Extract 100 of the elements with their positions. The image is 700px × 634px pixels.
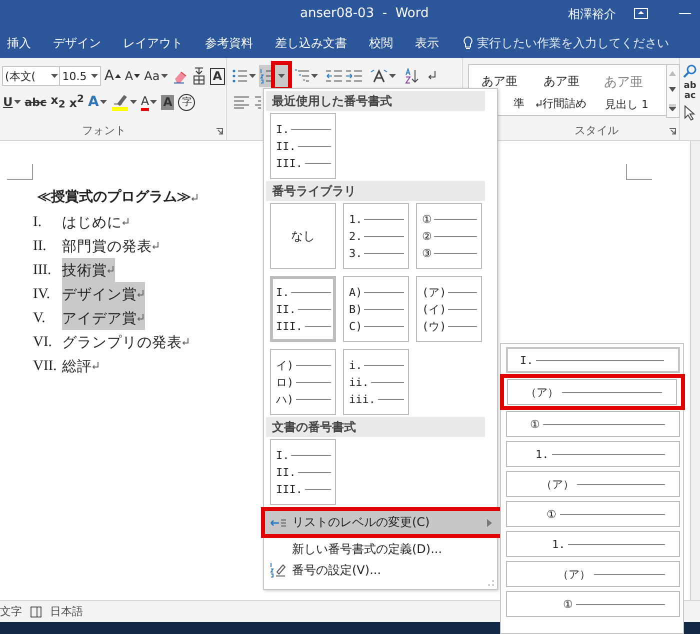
ribbon-tab[interactable]: 校閲 xyxy=(369,34,393,52)
paragraph-mark-icon xyxy=(191,194,198,202)
list-level-option[interactable]: ① xyxy=(506,501,680,527)
superscript-button[interactable]: x$^{2}$ xyxy=(68,91,86,113)
ribbon-display-icon[interactable] xyxy=(634,8,648,19)
font-size-box[interactable]: 10.5 xyxy=(59,66,102,86)
proofing-icon[interactable] xyxy=(30,606,42,618)
list-level-option[interactable]: I. xyxy=(506,347,680,373)
list-number: I. xyxy=(33,214,42,230)
ribbon-tab[interactable]: 参考資料 xyxy=(205,34,253,52)
list-item-text: 総評 xyxy=(62,358,92,376)
numbering-dropdown[interactable] xyxy=(275,65,288,87)
highlighter-icon xyxy=(110,93,129,111)
paragraph-mark-icon xyxy=(107,266,114,274)
list-item-text: アイデア賞 xyxy=(62,310,137,328)
style-sample[interactable]: あア亜 xyxy=(482,73,518,90)
tell-me-field[interactable]: 実行したい作業を入力してください xyxy=(477,34,669,52)
section-header: 文書の番号書式 xyxy=(266,417,485,437)
phonetic-guide-icon xyxy=(192,67,206,85)
replace-button[interactable]: ab ac xyxy=(682,82,698,101)
numbering-option[interactable]: i. ii. iii. xyxy=(343,349,409,415)
increase-indent-icon xyxy=(346,69,362,83)
menu-item[interactable]: 新しい番号書式の定義(D)... xyxy=(264,539,497,559)
caret-icon xyxy=(150,100,158,104)
font-name-box[interactable]: (本文( xyxy=(2,66,62,86)
list-number: III. xyxy=(33,262,52,278)
caret-icon xyxy=(311,74,318,78)
list-level-option[interactable]: ① xyxy=(506,591,680,617)
numbering-option[interactable]: 1. 2. 3. xyxy=(343,203,409,269)
underline-button[interactable]: U xyxy=(2,91,22,113)
numbering-option[interactable]: (ア) (イ) (ウ) xyxy=(416,276,482,342)
menu-item[interactable]: 番号の設定(V)... xyxy=(264,560,497,580)
word-count[interactable]: 文字 xyxy=(0,604,22,619)
numbering-option[interactable]: I. II. III. xyxy=(270,113,336,179)
pointer-icon[interactable] xyxy=(684,105,696,121)
style-sample[interactable]: あア亜 xyxy=(544,73,580,90)
numbering-option[interactable]: I. II. III. xyxy=(270,439,336,505)
numbering-option[interactable]: A) B) C) xyxy=(343,276,409,342)
style-sample[interactable]: あア亜 xyxy=(604,73,643,91)
group-label: フォント xyxy=(82,123,126,138)
ribbon-tab[interactable]: デザイン xyxy=(53,34,101,52)
paragraph-mark-icon xyxy=(536,100,542,108)
list-number: V. xyxy=(33,310,46,326)
language[interactable]: 日本語 xyxy=(50,604,83,619)
gallery-scrollbar[interactable] xyxy=(666,64,680,118)
list-level-option[interactable]: （ア） xyxy=(506,561,680,587)
caret-icon xyxy=(51,74,58,78)
list-level-option[interactable]: 1. xyxy=(506,531,680,557)
list-number: II. xyxy=(33,238,48,254)
ribbon-tab[interactable]: 差し込み文書 xyxy=(275,34,347,52)
list-number: VII. xyxy=(33,358,58,374)
text-effect-button[interactable]: A xyxy=(87,91,108,113)
caret-icon xyxy=(14,100,21,104)
margin-mark xyxy=(626,164,652,180)
list-level-option[interactable]: （ア） xyxy=(507,379,677,405)
numbering-option[interactable]: イ) ロ) ハ) xyxy=(270,349,336,415)
section-header: 番号ライブラリ xyxy=(266,181,485,201)
font-color-button[interactable]: A xyxy=(140,91,158,113)
caret-icon xyxy=(100,100,107,104)
caret-icon xyxy=(249,74,256,78)
list-level-option[interactable]: 1. xyxy=(506,441,680,467)
margin-mark xyxy=(7,164,33,180)
style-name[interactable]: 見出し 1 xyxy=(605,97,654,112)
paragraph-mark-icon xyxy=(182,338,189,346)
more-icon[interactable] xyxy=(669,104,676,112)
shrink-font-button[interactable]: A xyxy=(124,65,142,87)
caret-icon xyxy=(278,74,285,78)
change-case-button[interactable]: Aa xyxy=(143,65,169,87)
style-name[interactable]: 準 xyxy=(514,96,530,111)
dialog-launcher-icon[interactable] xyxy=(669,128,676,135)
numbering-option[interactable]: I. II. III. xyxy=(270,276,336,342)
list-item-text: グランプリの発表 xyxy=(62,334,182,352)
window-title: anser08-03 - Word xyxy=(300,6,429,21)
list-item-text: デザイン賞 xyxy=(62,286,137,304)
down-caret-icon[interactable] xyxy=(669,87,676,92)
ribbon-tab[interactable]: 表示 xyxy=(415,34,439,52)
grow-font-button[interactable]: A xyxy=(103,65,122,87)
paragraph-mark-icon xyxy=(137,290,144,298)
phonetic-guide-button[interactable] xyxy=(190,65,207,87)
ribbon-tab[interactable]: レイアウト xyxy=(123,34,183,52)
user-name[interactable]: 相澤裕介 xyxy=(568,6,616,23)
numbering-option[interactable]: ① ② ③ xyxy=(416,203,482,269)
caret-icon xyxy=(130,100,137,104)
list-level-option[interactable]: ① xyxy=(506,411,680,437)
paragraph-mark-icon xyxy=(122,218,129,226)
ribbon-tab[interactable]: 挿入 xyxy=(7,34,31,52)
list-item-text: はじめに xyxy=(62,214,122,232)
strikethrough-button[interactable]: abc xyxy=(24,91,48,113)
character-border-button[interactable]: A xyxy=(208,65,226,87)
down-caret-icon xyxy=(134,74,140,78)
style-name[interactable]: 行間詰め xyxy=(536,96,592,111)
dialog-launcher-icon[interactable] xyxy=(216,128,223,135)
subscript-button[interactable]: x$_{2}$ xyxy=(50,91,66,113)
paragraph-mark-icon xyxy=(152,242,159,250)
numbering-option[interactable]: なし xyxy=(270,203,336,269)
resize-grip-icon[interactable] xyxy=(488,580,494,586)
indent-arrows-icon xyxy=(270,518,286,528)
search-icon[interactable] xyxy=(683,64,698,78)
sort-icon xyxy=(404,68,420,84)
list-level-option[interactable]: （ア） xyxy=(506,471,680,497)
